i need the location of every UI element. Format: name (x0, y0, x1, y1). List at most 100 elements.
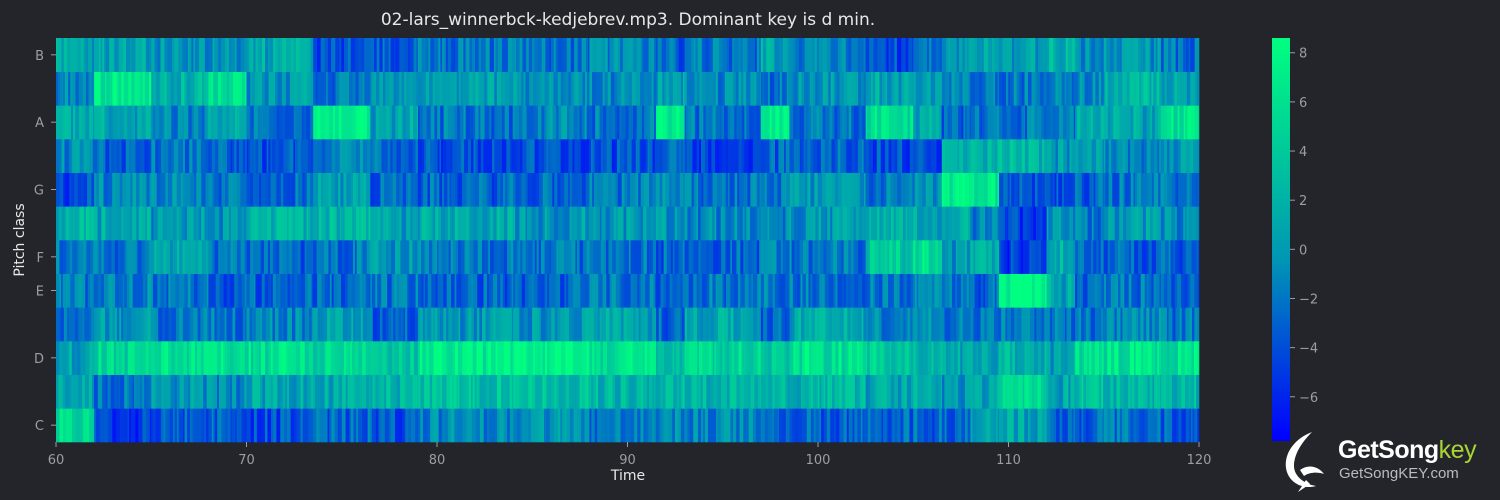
heatmap-cell (1058, 105, 1064, 140)
heatmap-cell (1016, 38, 1020, 72)
heatmap-cell (495, 307, 500, 342)
heatmap-cell (193, 307, 198, 342)
heatmap-cell (874, 105, 878, 140)
heatmap-cell (217, 341, 222, 375)
heatmap-cell (455, 38, 459, 72)
heatmap-cell (135, 408, 139, 443)
heatmap-cell (199, 38, 204, 72)
heatmap-cell (690, 206, 694, 241)
heatmap-cell (324, 374, 329, 409)
heatmap-cell (921, 408, 925, 443)
heatmap-cell (682, 38, 685, 72)
heatmap-cell (61, 105, 65, 140)
heatmap-cell (379, 71, 384, 106)
heatmap-cell (779, 105, 782, 140)
heatmap-cell (700, 206, 704, 241)
heatmap-cell (331, 172, 336, 207)
heatmap-cell (701, 38, 706, 72)
heatmap-cell (1141, 71, 1144, 106)
heatmap-cell (1069, 240, 1074, 274)
heatmap-cell (151, 38, 155, 72)
heatmap-cell (812, 38, 815, 72)
heatmap-cell (888, 38, 891, 72)
heatmap-cell (221, 172, 226, 207)
heatmap-cell (1136, 105, 1141, 140)
heatmap-cell (1015, 139, 1020, 173)
heatmap-cell (853, 341, 858, 375)
heatmap-cell (954, 206, 958, 241)
heatmap-cell (997, 139, 1000, 173)
heatmap-cell (693, 172, 697, 207)
y-axis: CDEFGAB (34, 49, 56, 434)
heatmap-cell (456, 307, 459, 342)
heatmap-cell (458, 240, 461, 274)
heatmap-cell (731, 172, 735, 207)
heatmap-cell (918, 341, 924, 375)
heatmap-cell (696, 105, 700, 140)
heatmap-cell (772, 307, 776, 342)
heatmap-cell (608, 374, 613, 409)
heatmap-cell (794, 172, 800, 207)
heatmap-cell (585, 307, 590, 342)
heatmap-cell (81, 206, 85, 241)
heatmap-cell (109, 139, 112, 173)
heatmap-cell (410, 38, 414, 72)
heatmap-cell (246, 206, 249, 241)
heatmap-cell (85, 206, 90, 241)
heatmap-cell (352, 71, 356, 106)
heatmap-cell (1118, 341, 1124, 375)
heatmap-cell (787, 374, 790, 409)
heatmap-cell (578, 139, 582, 173)
heatmap-cell (191, 38, 194, 72)
heatmap-cell (776, 240, 782, 274)
heatmap-cell (964, 240, 968, 274)
heatmap-cell (182, 240, 186, 274)
heatmap-cell (224, 307, 227, 342)
heatmap-cell (642, 206, 646, 241)
heatmap-cell (1008, 71, 1011, 106)
heatmap-cell (1196, 374, 1200, 409)
heatmap-cell (212, 341, 218, 375)
heatmap-cell (260, 341, 266, 375)
heatmap-cell (296, 341, 301, 375)
heatmap-cell (1152, 105, 1156, 140)
heatmap-cell (774, 408, 778, 443)
heatmap-cell (275, 139, 279, 173)
heatmap-cell (166, 273, 169, 308)
heatmap-cell (878, 240, 881, 274)
heatmap-cell (509, 172, 513, 207)
heatmap-cell (585, 38, 589, 72)
heatmap-cell (509, 374, 513, 409)
heatmap-cell (698, 240, 702, 274)
heatmap-cell (74, 172, 79, 207)
heatmap-cell (701, 172, 704, 207)
heatmap-cell (593, 172, 598, 207)
heatmap-cell (1103, 408, 1108, 443)
heatmap-cell (139, 273, 144, 308)
heatmap-cell (94, 273, 99, 308)
heatmap-cell (116, 71, 119, 106)
heatmap-cell (448, 38, 452, 72)
heatmap-cell (724, 307, 729, 342)
heatmap-cell (780, 341, 785, 375)
heatmap-cell (1125, 206, 1130, 241)
heatmap-cell (116, 139, 120, 173)
heatmap-cell (157, 38, 161, 72)
heatmap-cell (883, 206, 887, 241)
heatmap-cell (1180, 341, 1186, 375)
heatmap-cell (740, 273, 746, 308)
heatmap-cell (236, 139, 240, 173)
heatmap-cell (1193, 341, 1198, 375)
heatmap-cell (362, 408, 367, 443)
heatmap-cell (610, 139, 613, 173)
heatmap-cell (1154, 374, 1158, 409)
heatmap-cell (669, 38, 674, 72)
heatmap-cell (196, 172, 200, 207)
heatmap-cell (542, 374, 545, 409)
heatmap-cell (862, 240, 866, 274)
heatmap-cell (271, 273, 274, 308)
heatmap-cell (439, 172, 443, 207)
heatmap-cell (256, 374, 261, 409)
heatmap-cell (725, 341, 728, 375)
heatmap-cell (899, 206, 904, 241)
